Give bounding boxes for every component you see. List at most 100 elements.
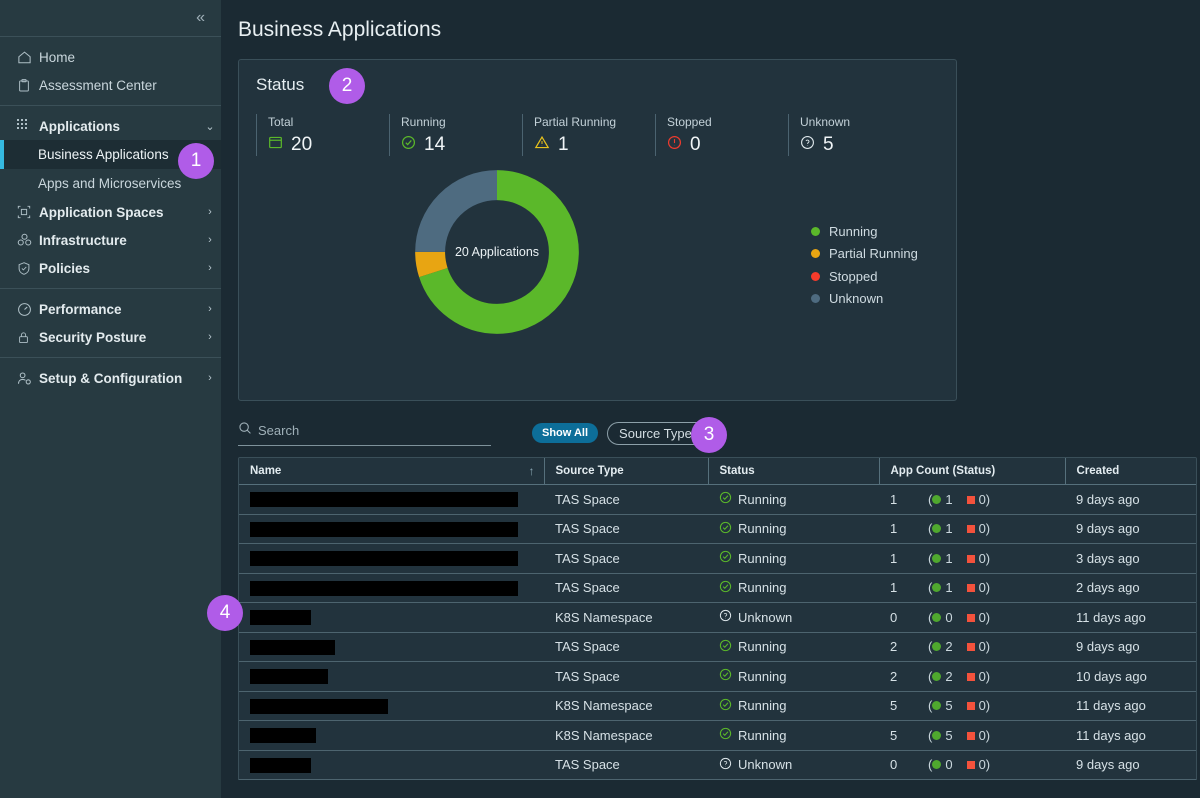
sidebar-item-applications[interactable]: Applications ⌄ xyxy=(0,112,221,140)
cell-status: Running xyxy=(708,632,879,662)
kpi-label: Stopped xyxy=(667,115,712,129)
cell-name xyxy=(239,602,544,633)
running-dot-icon xyxy=(932,553,942,563)
app-count-detail: (1 0) xyxy=(928,491,991,507)
collapse-sidebar-icon[interactable]: « xyxy=(196,10,205,26)
sidebar-item-assessment-center[interactable]: Assessment Center xyxy=(0,71,221,99)
stopped-square-icon xyxy=(966,554,975,563)
kpi-total[interactable]: Total 20 xyxy=(256,114,389,156)
check-circle-icon xyxy=(719,491,732,507)
main-content: Business Applications Status Total 20 Ru… xyxy=(221,0,1200,798)
table-row[interactable]: TAS Space Running 2 (2 0) 9 days ago xyxy=(239,632,1196,662)
legend-item-unknown[interactable]: Unknown xyxy=(811,288,918,311)
kpi-value: 20 xyxy=(291,134,313,155)
cell-status: Running xyxy=(708,514,879,544)
table-row[interactable]: TAS Space Running 2 (2 0) 10 days ago xyxy=(239,661,1196,692)
cell-created: 11 days ago xyxy=(1065,691,1196,721)
app-count-total: 0 xyxy=(890,757,898,773)
search-icon xyxy=(238,421,252,440)
app-count-detail: (2 0) xyxy=(928,668,991,684)
table-row[interactable]: K8S Namespace Running 5 (5 0) 11 days ago xyxy=(239,691,1196,721)
sidebar-item-label: Applications xyxy=(39,118,121,134)
legend-swatch xyxy=(811,294,820,304)
kpi-unknown[interactable]: Unknown 5 xyxy=(788,114,921,156)
table-row[interactable]: K8S Namespace Unknown 0 (0 0) 11 days ago xyxy=(239,602,1196,633)
cell-app-count: 5 (5 0) xyxy=(879,720,1065,751)
sidebar-item-setup-configuration[interactable]: Setup & Configuration › xyxy=(0,364,221,392)
sidebar-item-security-posture[interactable]: Security Posture › xyxy=(0,323,221,351)
cell-created: 3 days ago xyxy=(1065,543,1196,574)
column-header-status[interactable]: Status xyxy=(708,458,880,485)
cell-status: Running xyxy=(708,573,879,603)
kpi-label: Unknown xyxy=(800,115,851,129)
legend-item-partial-running[interactable]: Partial Running xyxy=(811,243,918,266)
home-icon xyxy=(17,50,37,65)
table-row[interactable]: TAS Space Running 1 (1 0) 9 days ago xyxy=(239,484,1196,515)
sidebar-item-application-spaces[interactable]: Application Spaces › xyxy=(0,198,221,226)
person-gear-icon xyxy=(17,371,37,386)
sidebar-item-label: Performance xyxy=(39,301,122,317)
status-label: Unknown xyxy=(738,757,793,773)
redacted-name xyxy=(250,639,335,655)
kpi-partial-running[interactable]: Partial Running 1 xyxy=(522,114,655,156)
running-dot-icon xyxy=(932,612,942,622)
sidebar-item-home[interactable]: Home xyxy=(0,43,221,71)
table-row[interactable]: TAS Space Unknown 0 (0 0) 9 days ago xyxy=(239,750,1196,780)
legend-label: Unknown xyxy=(829,291,884,307)
search-placeholder: Search xyxy=(258,422,300,438)
cell-status: Running xyxy=(708,720,879,751)
cell-name xyxy=(239,691,544,721)
cell-app-count: 0 (0 0) xyxy=(879,750,1065,780)
infrastructure-icon xyxy=(17,233,37,247)
app-root: « Home Assessment Center Applications ⌄ … xyxy=(0,0,1200,798)
column-header-name[interactable]: Name ↑ xyxy=(239,458,545,485)
stopped-square-icon xyxy=(966,702,975,711)
kpi-label: Running xyxy=(401,115,446,129)
show-all-button[interactable]: Show All xyxy=(532,423,599,443)
status-label: Running xyxy=(738,698,787,714)
cell-name xyxy=(239,750,544,780)
kpi-running[interactable]: Running 14 xyxy=(389,114,522,156)
search-input[interactable]: Search xyxy=(238,421,491,446)
redacted-name xyxy=(250,757,311,773)
status-label: Running xyxy=(738,550,787,566)
column-header-app-count[interactable]: App Count (Status) xyxy=(879,458,1066,485)
legend-label: Stopped xyxy=(829,268,878,284)
kpi-stopped[interactable]: Stopped 0 xyxy=(655,114,788,156)
sidebar-item-label: Setup & Configuration xyxy=(39,370,183,386)
table-row[interactable]: TAS Space Running 1 (1 0) 3 days ago xyxy=(239,543,1196,574)
redacted-name xyxy=(250,728,316,744)
column-header-created[interactable]: Created xyxy=(1065,458,1196,485)
check-circle-icon xyxy=(401,135,416,155)
stopped-square-icon xyxy=(966,761,975,770)
cell-name xyxy=(239,543,544,574)
status-donut-chart[interactable]: 20 Applications xyxy=(409,164,585,345)
app-count-detail: (5 0) xyxy=(928,727,991,743)
sidebar-item-performance[interactable]: Performance › xyxy=(0,295,221,323)
app-count-detail: (2 0) xyxy=(928,639,991,655)
stopped-square-icon xyxy=(966,495,975,504)
source-type-filter-label: Source Type xyxy=(619,425,692,441)
sort-ascending-icon[interactable]: ↑ xyxy=(529,464,535,478)
legend-item-running[interactable]: Running xyxy=(811,220,918,243)
table-row[interactable]: TAS Space Running 1 (1 0) 2 days ago xyxy=(239,573,1196,603)
chevron-down-icon: ⌄ xyxy=(205,120,215,133)
sidebar-item-label: Infrastructure xyxy=(39,232,127,248)
sidebar-item-policies[interactable]: Policies › xyxy=(0,254,221,282)
app-count-total: 5 xyxy=(890,727,898,743)
column-header-source-type[interactable]: Source Type xyxy=(544,458,709,485)
table-row[interactable]: TAS Space Running 1 (1 0) 9 days ago xyxy=(239,514,1196,544)
cell-created: 9 days ago xyxy=(1065,484,1196,515)
chevron-right-icon: › xyxy=(208,331,212,343)
warning-triangle-icon xyxy=(534,135,550,155)
callout-badge-2: 2 xyxy=(329,68,365,104)
legend-item-stopped[interactable]: Stopped xyxy=(811,265,918,288)
table-row[interactable]: K8S Namespace Running 5 (5 0) 11 days ago xyxy=(239,720,1196,751)
chevron-right-icon: › xyxy=(208,262,212,274)
stopped-square-icon xyxy=(966,525,975,534)
kpi-value: 1 xyxy=(558,134,569,155)
clipboard-icon xyxy=(17,78,37,93)
grid-dots-icon xyxy=(17,119,37,133)
cell-app-count: 2 (2 0) xyxy=(879,661,1065,692)
sidebar-item-infrastructure[interactable]: Infrastructure › xyxy=(0,226,221,254)
